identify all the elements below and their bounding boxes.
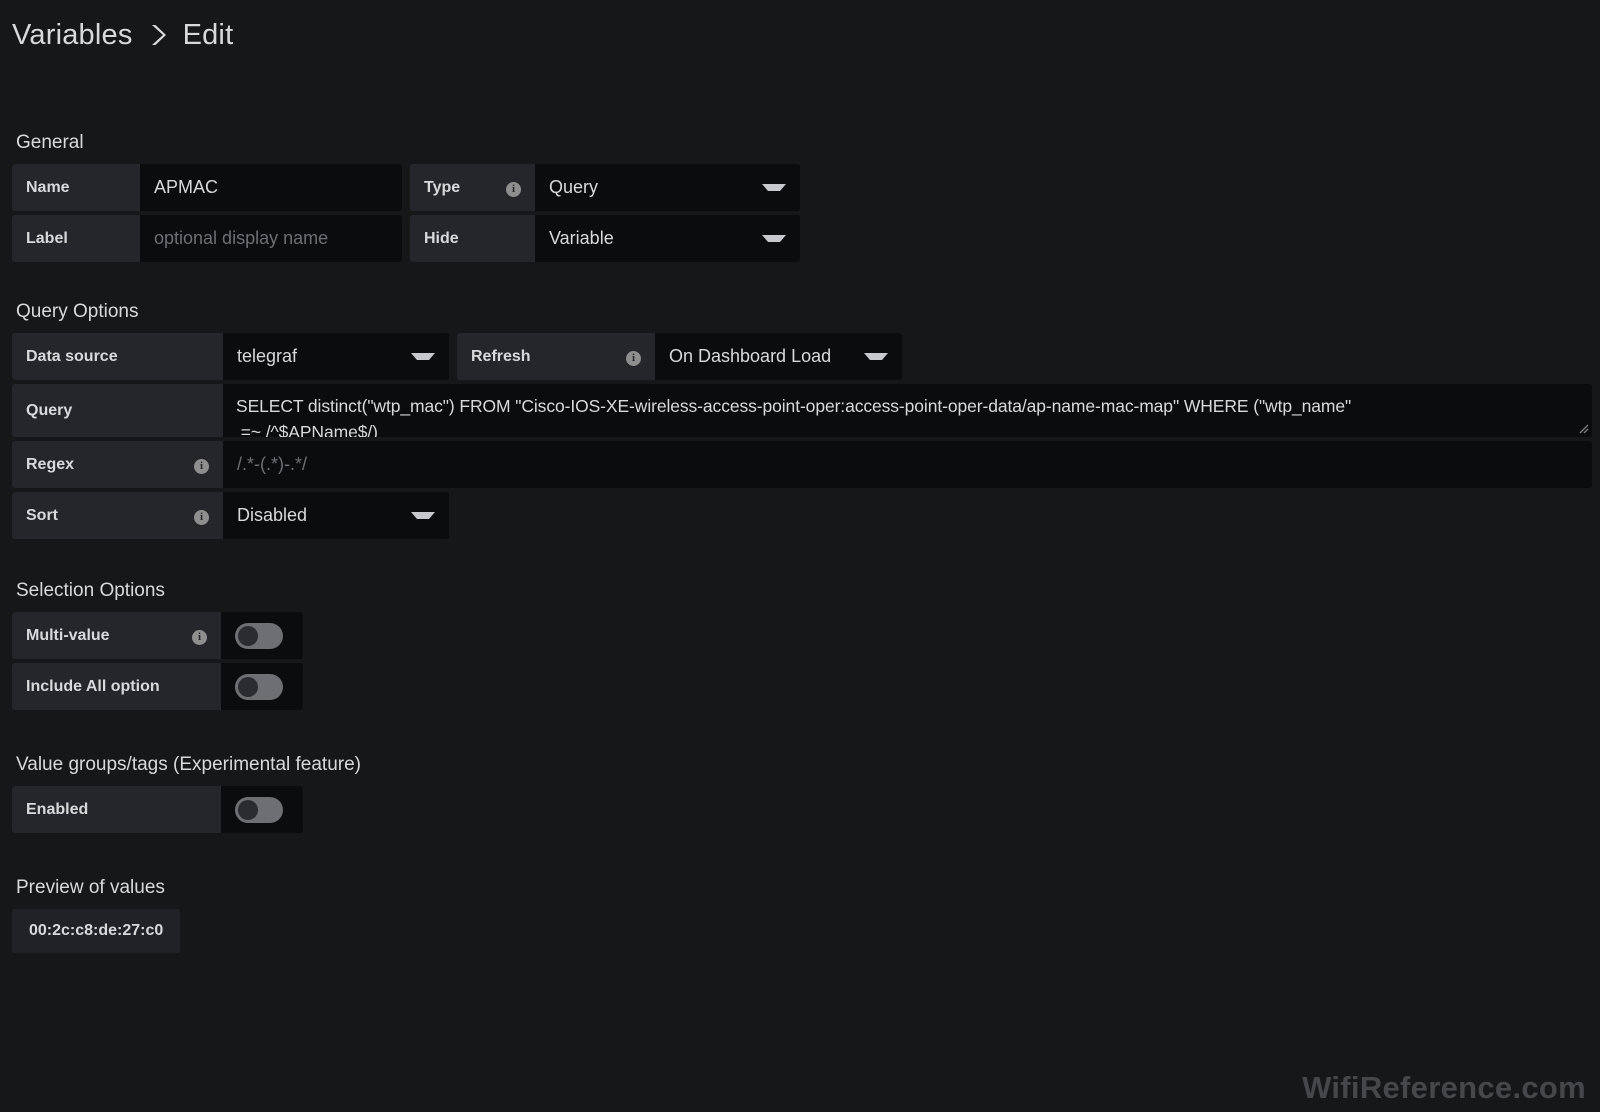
query-options-section: Data source telegraf Refresh i On Dashbo…	[12, 333, 1592, 539]
value-groups-section-title: Value groups/tags (Experimental feature)	[16, 754, 361, 775]
regex-label: Regex i	[12, 441, 223, 488]
refresh-select[interactable]: On Dashboard Load	[655, 333, 902, 380]
value-groups-enabled-toggle[interactable]	[235, 796, 283, 823]
field-refresh: Refresh i On Dashboard Load	[457, 333, 902, 380]
field-name: Name APMAC	[12, 164, 402, 211]
multi-value-info-icon[interactable]: i	[174, 627, 207, 645]
refresh-info-icon[interactable]: i	[608, 348, 641, 366]
field-data-source: Data source telegraf	[12, 333, 449, 380]
query-textarea[interactable]: SELECT distinct("wtp_mac") FROM "Cisco-I…	[223, 384, 1592, 437]
refresh-label: Refresh i	[457, 333, 655, 380]
selection-options-section-title: Selection Options	[16, 580, 165, 601]
label-input[interactable]: optional display name	[140, 215, 402, 262]
field-sort: Sort i Disabled	[12, 492, 449, 539]
query-options-section-title: Query Options	[16, 301, 139, 322]
data-source-value: telegraf	[237, 346, 298, 366]
data-source-label: Data source	[12, 333, 223, 380]
sort-label-text: Sort	[26, 506, 58, 524]
query-label: Query	[12, 384, 223, 437]
sort-info-icon[interactable]: i	[176, 507, 209, 525]
type-select-value: Query	[549, 177, 599, 197]
label-label: Label	[12, 215, 140, 262]
preview-section-title: Preview of values	[16, 877, 165, 898]
name-input-value: APMAC	[154, 177, 219, 197]
data-source-select[interactable]: telegraf	[223, 333, 449, 380]
name-label: Name	[12, 164, 140, 211]
regex-input[interactable]: /.*-(.*)-.*/	[223, 441, 1592, 488]
selection-options-section: Multi-value i Include All option	[12, 612, 1592, 710]
sort-label: Sort i	[12, 492, 223, 539]
field-type: Type i Query	[410, 164, 800, 211]
chevron-down-icon	[762, 184, 786, 191]
chevron-down-icon	[411, 353, 435, 360]
watermark: WifiReference.com	[1302, 1070, 1586, 1105]
preview-values-list: 00:2c:c8:de:27:c0	[12, 909, 1592, 953]
multi-value-label-text: Multi-value	[26, 626, 110, 644]
refresh-value: On Dashboard Load	[669, 346, 832, 366]
query-text-line-1: SELECT distinct("wtp_mac") FROM "Cisco-I…	[236, 396, 1352, 416]
name-input[interactable]: APMAC	[140, 164, 402, 211]
multi-value-toggle[interactable]	[235, 622, 283, 649]
general-section: Name APMAC Label optional display name T…	[12, 164, 1592, 262]
general-section-title: General	[16, 132, 84, 153]
regex-info-icon[interactable]: i	[176, 456, 209, 474]
field-query: Query SELECT distinct("wtp_mac") FROM "C…	[12, 384, 1592, 437]
value-groups-enabled-label: Enabled	[12, 786, 221, 833]
hide-select-value: Variable	[549, 228, 614, 248]
type-select[interactable]: Query	[535, 164, 800, 211]
variable-edit-page: Variables Edit General Name APMAC Label …	[0, 0, 1600, 1112]
multi-value-label: Multi-value i	[12, 612, 221, 659]
field-regex: Regex i /.*-(.*)-.*/	[12, 441, 1592, 488]
field-hide: Hide Variable	[410, 215, 800, 262]
chevron-right-icon	[147, 22, 169, 48]
type-label-text: Type	[424, 178, 461, 196]
label-input-placeholder: optional display name	[154, 228, 329, 248]
sort-select[interactable]: Disabled	[223, 492, 449, 539]
regex-input-placeholder: /.*-(.*)-.*/	[237, 454, 307, 474]
include-all-label: Include All option	[12, 663, 221, 710]
hide-label: Hide	[410, 215, 535, 262]
query-text-line-2: =~ /^$APName$/)	[236, 422, 378, 437]
field-value-groups-enabled: Enabled	[12, 786, 303, 833]
field-multi-value: Multi-value i	[12, 612, 303, 659]
multi-value-toggle-cell	[221, 612, 303, 659]
include-all-toggle-cell	[221, 663, 303, 710]
breadcrumb-variables-link[interactable]: Variables	[12, 19, 133, 52]
refresh-label-text: Refresh	[471, 347, 531, 365]
field-label: Label optional display name	[12, 215, 402, 262]
hide-select[interactable]: Variable	[535, 215, 800, 262]
field-include-all: Include All option	[12, 663, 303, 710]
sort-value: Disabled	[237, 505, 308, 525]
chevron-down-icon	[411, 512, 435, 519]
regex-label-text: Regex	[26, 455, 75, 473]
type-label: Type i	[410, 164, 535, 211]
include-all-toggle[interactable]	[235, 673, 283, 700]
breadcrumb-current-edit: Edit	[182, 18, 234, 51]
chevron-down-icon	[864, 353, 888, 360]
type-info-icon[interactable]: i	[488, 179, 521, 197]
chevron-down-icon	[762, 235, 786, 242]
breadcrumb: Variables Edit	[8, 0, 1592, 58]
value-groups-section: Enabled	[12, 786, 1592, 833]
preview-value-chip[interactable]: 00:2c:c8:de:27:c0	[12, 909, 181, 953]
value-groups-toggle-cell	[221, 786, 303, 833]
